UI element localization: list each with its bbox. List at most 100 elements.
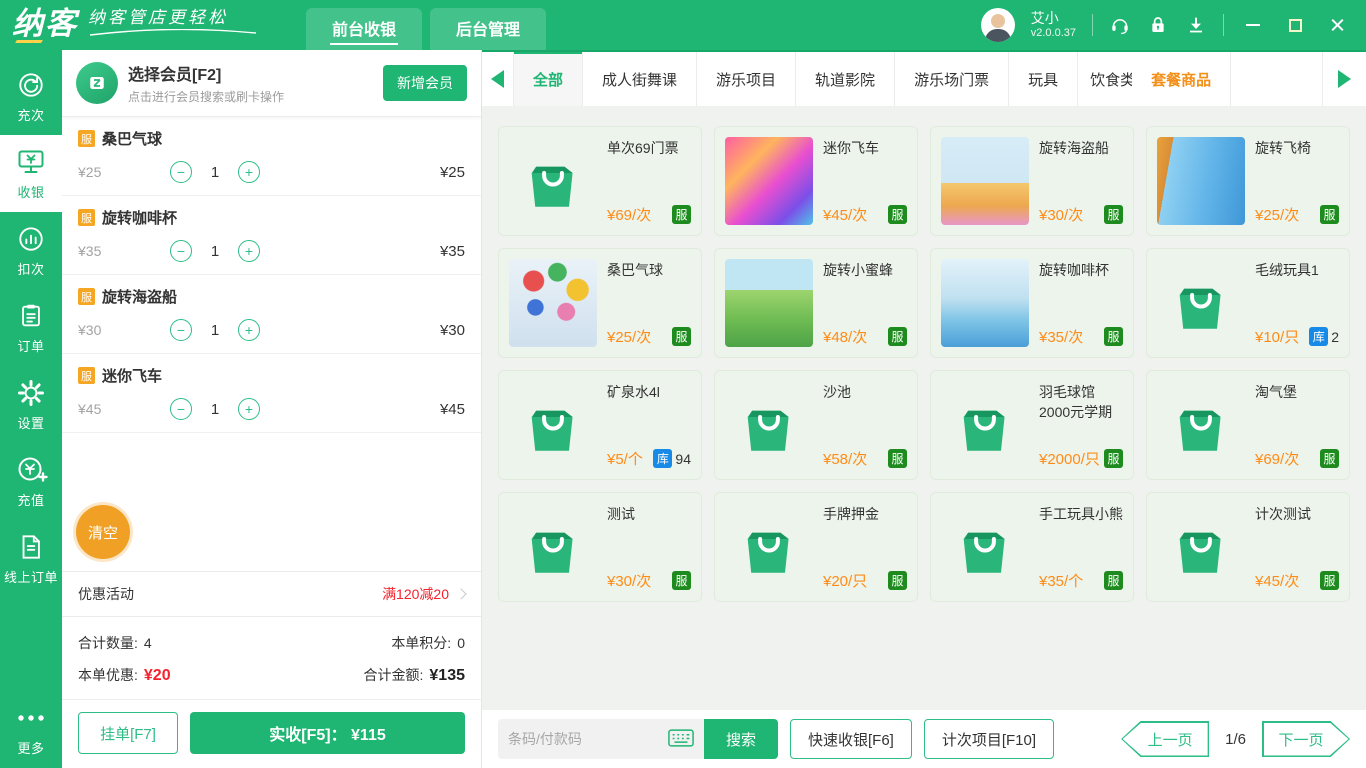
product-name: 手工玩具小熊 [1039, 503, 1123, 525]
sidebar-item-label: 线上订单 [4, 567, 58, 586]
download-icon[interactable] [1185, 14, 1207, 36]
add-member-button[interactable]: 新增会员 [383, 65, 467, 101]
increase-qty-button[interactable]: + [238, 398, 260, 420]
service-badge: 服 [78, 288, 95, 305]
avatar-head [991, 14, 1005, 28]
close-button[interactable] [1324, 12, 1350, 38]
search-button[interactable]: 搜索 [704, 719, 778, 759]
category-tab[interactable]: 套餐商品 [1132, 52, 1231, 106]
product-card[interactable]: 淘气堡 ¥69/次 服 [1146, 370, 1350, 480]
product-name: 测试 [607, 503, 691, 525]
product-name: 旋转小蜜蜂 [823, 259, 907, 281]
product-card[interactable]: 单次69门票 ¥69/次 服 [498, 126, 702, 236]
bee-photo [725, 259, 813, 347]
product-price: ¥45/次 [1255, 570, 1299, 591]
category-tab[interactable]: 饮食类 [1078, 52, 1132, 106]
teacup-photo [941, 259, 1029, 347]
product-card[interactable]: 矿泉水4l ¥5/个 库 94 [498, 370, 702, 480]
sidebar-item[interactable]: 扣次 [0, 212, 62, 289]
hold-order-button[interactable]: 挂单[F7] [78, 712, 178, 754]
category-tab[interactable]: 游乐场门票 [895, 52, 1009, 106]
pirate-photo [941, 137, 1029, 225]
next-page-button[interactable]: 下一页 [1262, 721, 1350, 757]
prev-page-label: 上一页 [1121, 721, 1209, 757]
keyboard-icon[interactable] [668, 729, 694, 750]
increase-qty-button[interactable]: + [238, 161, 260, 183]
sidebar-item[interactable]: 充值 [0, 443, 62, 520]
amount-value: ¥135 [429, 667, 465, 685]
sidebar-item[interactable]: 线上订单 [0, 520, 62, 597]
barcode-input[interactable] [508, 731, 668, 747]
product-card[interactable]: 沙池 ¥58/次 服 [714, 370, 918, 480]
decrease-qty-button[interactable]: − [170, 161, 192, 183]
product-card[interactable]: 羽毛球馆2000元学期 ¥2000/只 服 [930, 370, 1134, 480]
sidebar: 充次 收银 扣次 订单 设置 [0, 50, 62, 768]
category-prev-button[interactable] [482, 52, 514, 106]
product-panel: 全部 成人街舞课 游乐项目 轨道影院 游乐场门票 玩具 饮食类 套餐商品 [482, 50, 1366, 768]
sidebar-item[interactable]: 订单 [0, 289, 62, 366]
pagination: 上一页 1/6 下一页 [1121, 721, 1350, 757]
cart-item-name: 旋转海盗船 [102, 286, 177, 307]
product-card[interactable]: 旋转海盗船 ¥30/次 服 [930, 126, 1134, 236]
sidebar-item[interactable]: 充次 [0, 58, 62, 135]
cart-item: 服 旋转咖啡杯 ¥35 − 1 + ¥35 [62, 196, 481, 275]
product-card[interactable]: 计次测试 ¥45/次 服 [1146, 492, 1350, 602]
product-type-badge: 服 [888, 571, 907, 590]
member-select-row[interactable]: 选择会员[F2] 点击进行会员搜索或刷卡操作 新增会员 [62, 50, 481, 117]
quick-cashier-button[interactable]: 快速收银[F6] [790, 719, 912, 759]
decrease-qty-button[interactable]: − [170, 240, 192, 262]
lock-icon[interactable] [1147, 14, 1169, 36]
increase-qty-button[interactable]: + [238, 240, 260, 262]
category-tab[interactable]: 游乐项目 [697, 52, 796, 106]
product-card[interactable]: 旋转小蜜蜂 ¥48/次 服 [714, 248, 918, 358]
member-texts: 选择会员[F2] 点击进行会员搜索或刷卡操作 [128, 61, 373, 105]
product-card[interactable]: 手牌押金 ¥20/只 服 [714, 492, 918, 602]
product-card[interactable]: 桑巴气球 ¥25/次 服 [498, 248, 702, 358]
prev-page-button[interactable]: 上一页 [1121, 721, 1209, 757]
category-tab[interactable]: 玩具 [1009, 52, 1078, 106]
product-card[interactable]: 旋转飞椅 ¥25/次 服 [1146, 126, 1350, 236]
product-type-badge: 服 [672, 205, 691, 224]
service-badge: 服 [78, 209, 95, 226]
cart-item-qty: 1 [192, 164, 238, 181]
clear-cart-button[interactable]: 清空 [76, 505, 130, 559]
customer-service-icon[interactable] [1109, 14, 1131, 36]
stock-count: 94 [675, 451, 691, 467]
avatar[interactable] [981, 8, 1015, 42]
product-card[interactable]: 测试 ¥30/次 服 [498, 492, 702, 602]
sidebar-item[interactable]: 设置 [0, 366, 62, 443]
promo-row[interactable]: 优惠活动 满120减20 [62, 571, 481, 617]
product-card[interactable]: 手工玩具小熊 ¥35/个 服 [930, 492, 1134, 602]
maximize-button[interactable] [1282, 12, 1308, 38]
product-type-badge: 服 [1320, 449, 1339, 468]
cart-item-name: 迷你飞车 [102, 365, 162, 386]
category-next-button[interactable] [1322, 52, 1366, 106]
checkout-button[interactable]: 实收[F5]： ¥115 [190, 712, 465, 754]
more-icon [16, 703, 46, 733]
cart-item-unit-price: ¥30 [78, 322, 170, 338]
sidebar-item[interactable]: 收银 [0, 135, 62, 212]
decrease-qty-button[interactable]: − [170, 398, 192, 420]
cart-list: 服 桑巴气球 ¥25 − 1 + ¥25 [62, 117, 481, 571]
brand: 纳客 纳客管店更轻松 [0, 3, 272, 47]
cart-footer: 挂单[F7] 实收[F5]： ¥115 [62, 699, 481, 768]
product-card[interactable]: 毛绒玩具1 ¥10/只 库 2 [1146, 248, 1350, 358]
product-card[interactable]: 迷你飞车 ¥45/次 服 [714, 126, 918, 236]
header-tab[interactable]: 前台收银 [306, 8, 422, 50]
increase-qty-button[interactable]: + [238, 319, 260, 341]
service-badge: 服 [78, 367, 95, 384]
header-tab-label: 后台管理 [454, 13, 522, 45]
product-card[interactable]: 旋转咖啡杯 ¥35/次 服 [930, 248, 1134, 358]
discount-label: 本单优惠: [78, 665, 138, 685]
bag-icon [1157, 381, 1245, 469]
count-item-button[interactable]: 计次项目[F10] [924, 719, 1054, 759]
category-tab[interactable]: 成人街舞课 [583, 52, 697, 106]
category-tab[interactable]: 轨道影院 [796, 52, 895, 106]
minimize-button[interactable] [1240, 12, 1266, 38]
category-tab[interactable]: 全部 [514, 52, 583, 106]
header-tab[interactable]: 后台管理 [430, 8, 546, 50]
decrease-qty-button[interactable]: − [170, 319, 192, 341]
cart-item-unit-price: ¥35 [78, 243, 170, 259]
sidebar-item-more[interactable]: 更多 [0, 691, 62, 768]
product-name: 矿泉水4l [607, 381, 691, 403]
